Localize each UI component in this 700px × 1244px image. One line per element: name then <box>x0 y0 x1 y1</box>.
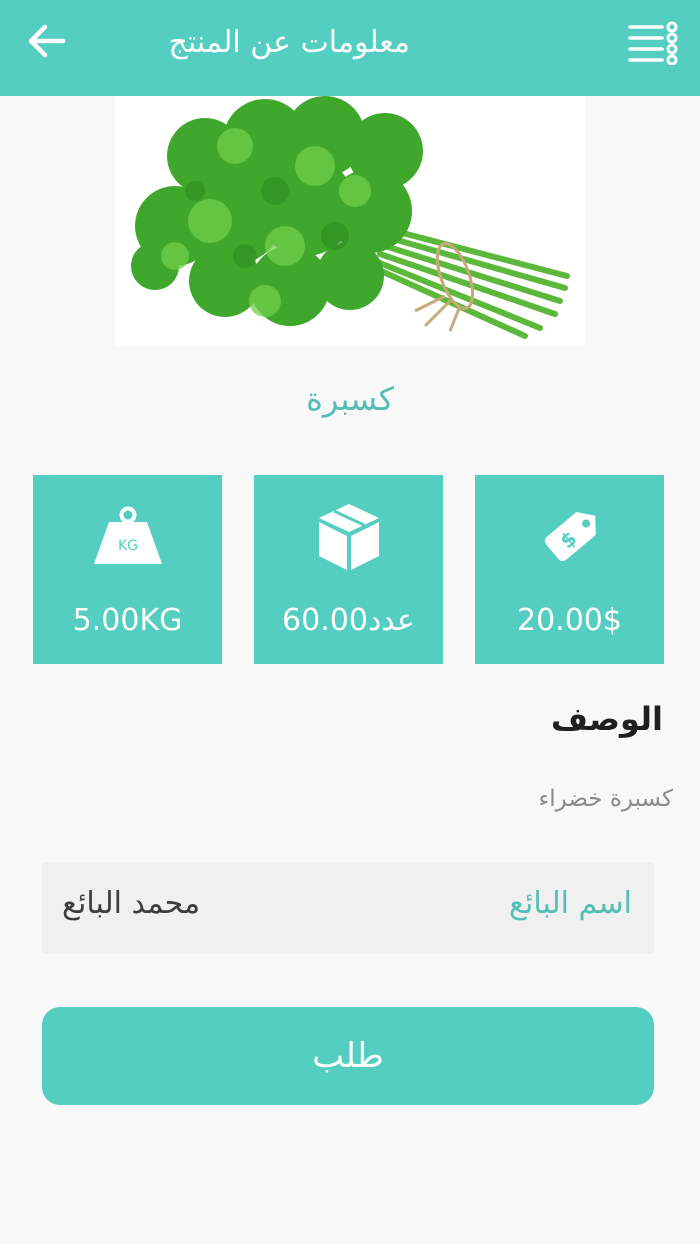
product-name: كسبرة <box>306 380 394 418</box>
price-card: $ 20.00$ <box>475 475 664 664</box>
description-text: كسبرة خضراء <box>538 786 673 812</box>
box-icon <box>318 504 379 570</box>
seller-name: محمد البائع <box>62 886 201 921</box>
page-title: معلومات عن المنتج <box>168 25 410 60</box>
arrow-left-icon <box>28 24 66 58</box>
list-menu-icon <box>628 21 678 65</box>
seller-label: اسم البائع <box>509 886 632 921</box>
seller-panel: اسم البائع محمد البائع <box>42 862 654 954</box>
weight-icon-text: KG <box>117 538 137 554</box>
menu-button[interactable] <box>626 20 682 66</box>
product-image <box>115 96 585 346</box>
back-button[interactable] <box>22 18 72 64</box>
price-tag-icon: $ <box>544 512 596 562</box>
price-value: 20.00$ <box>517 603 622 638</box>
app-bar: معلومات عن المنتج <box>0 0 700 96</box>
quantity-value: 60.00عدد <box>282 603 415 638</box>
weight-card: KG 5.00KG <box>33 475 222 664</box>
weight-icon: KG <box>93 506 162 564</box>
quantity-card: 60.00عدد <box>254 475 443 664</box>
order-button[interactable]: طلب <box>42 1007 654 1105</box>
description-heading: الوصف <box>550 700 663 738</box>
weight-value: 5.00KG <box>72 603 183 638</box>
